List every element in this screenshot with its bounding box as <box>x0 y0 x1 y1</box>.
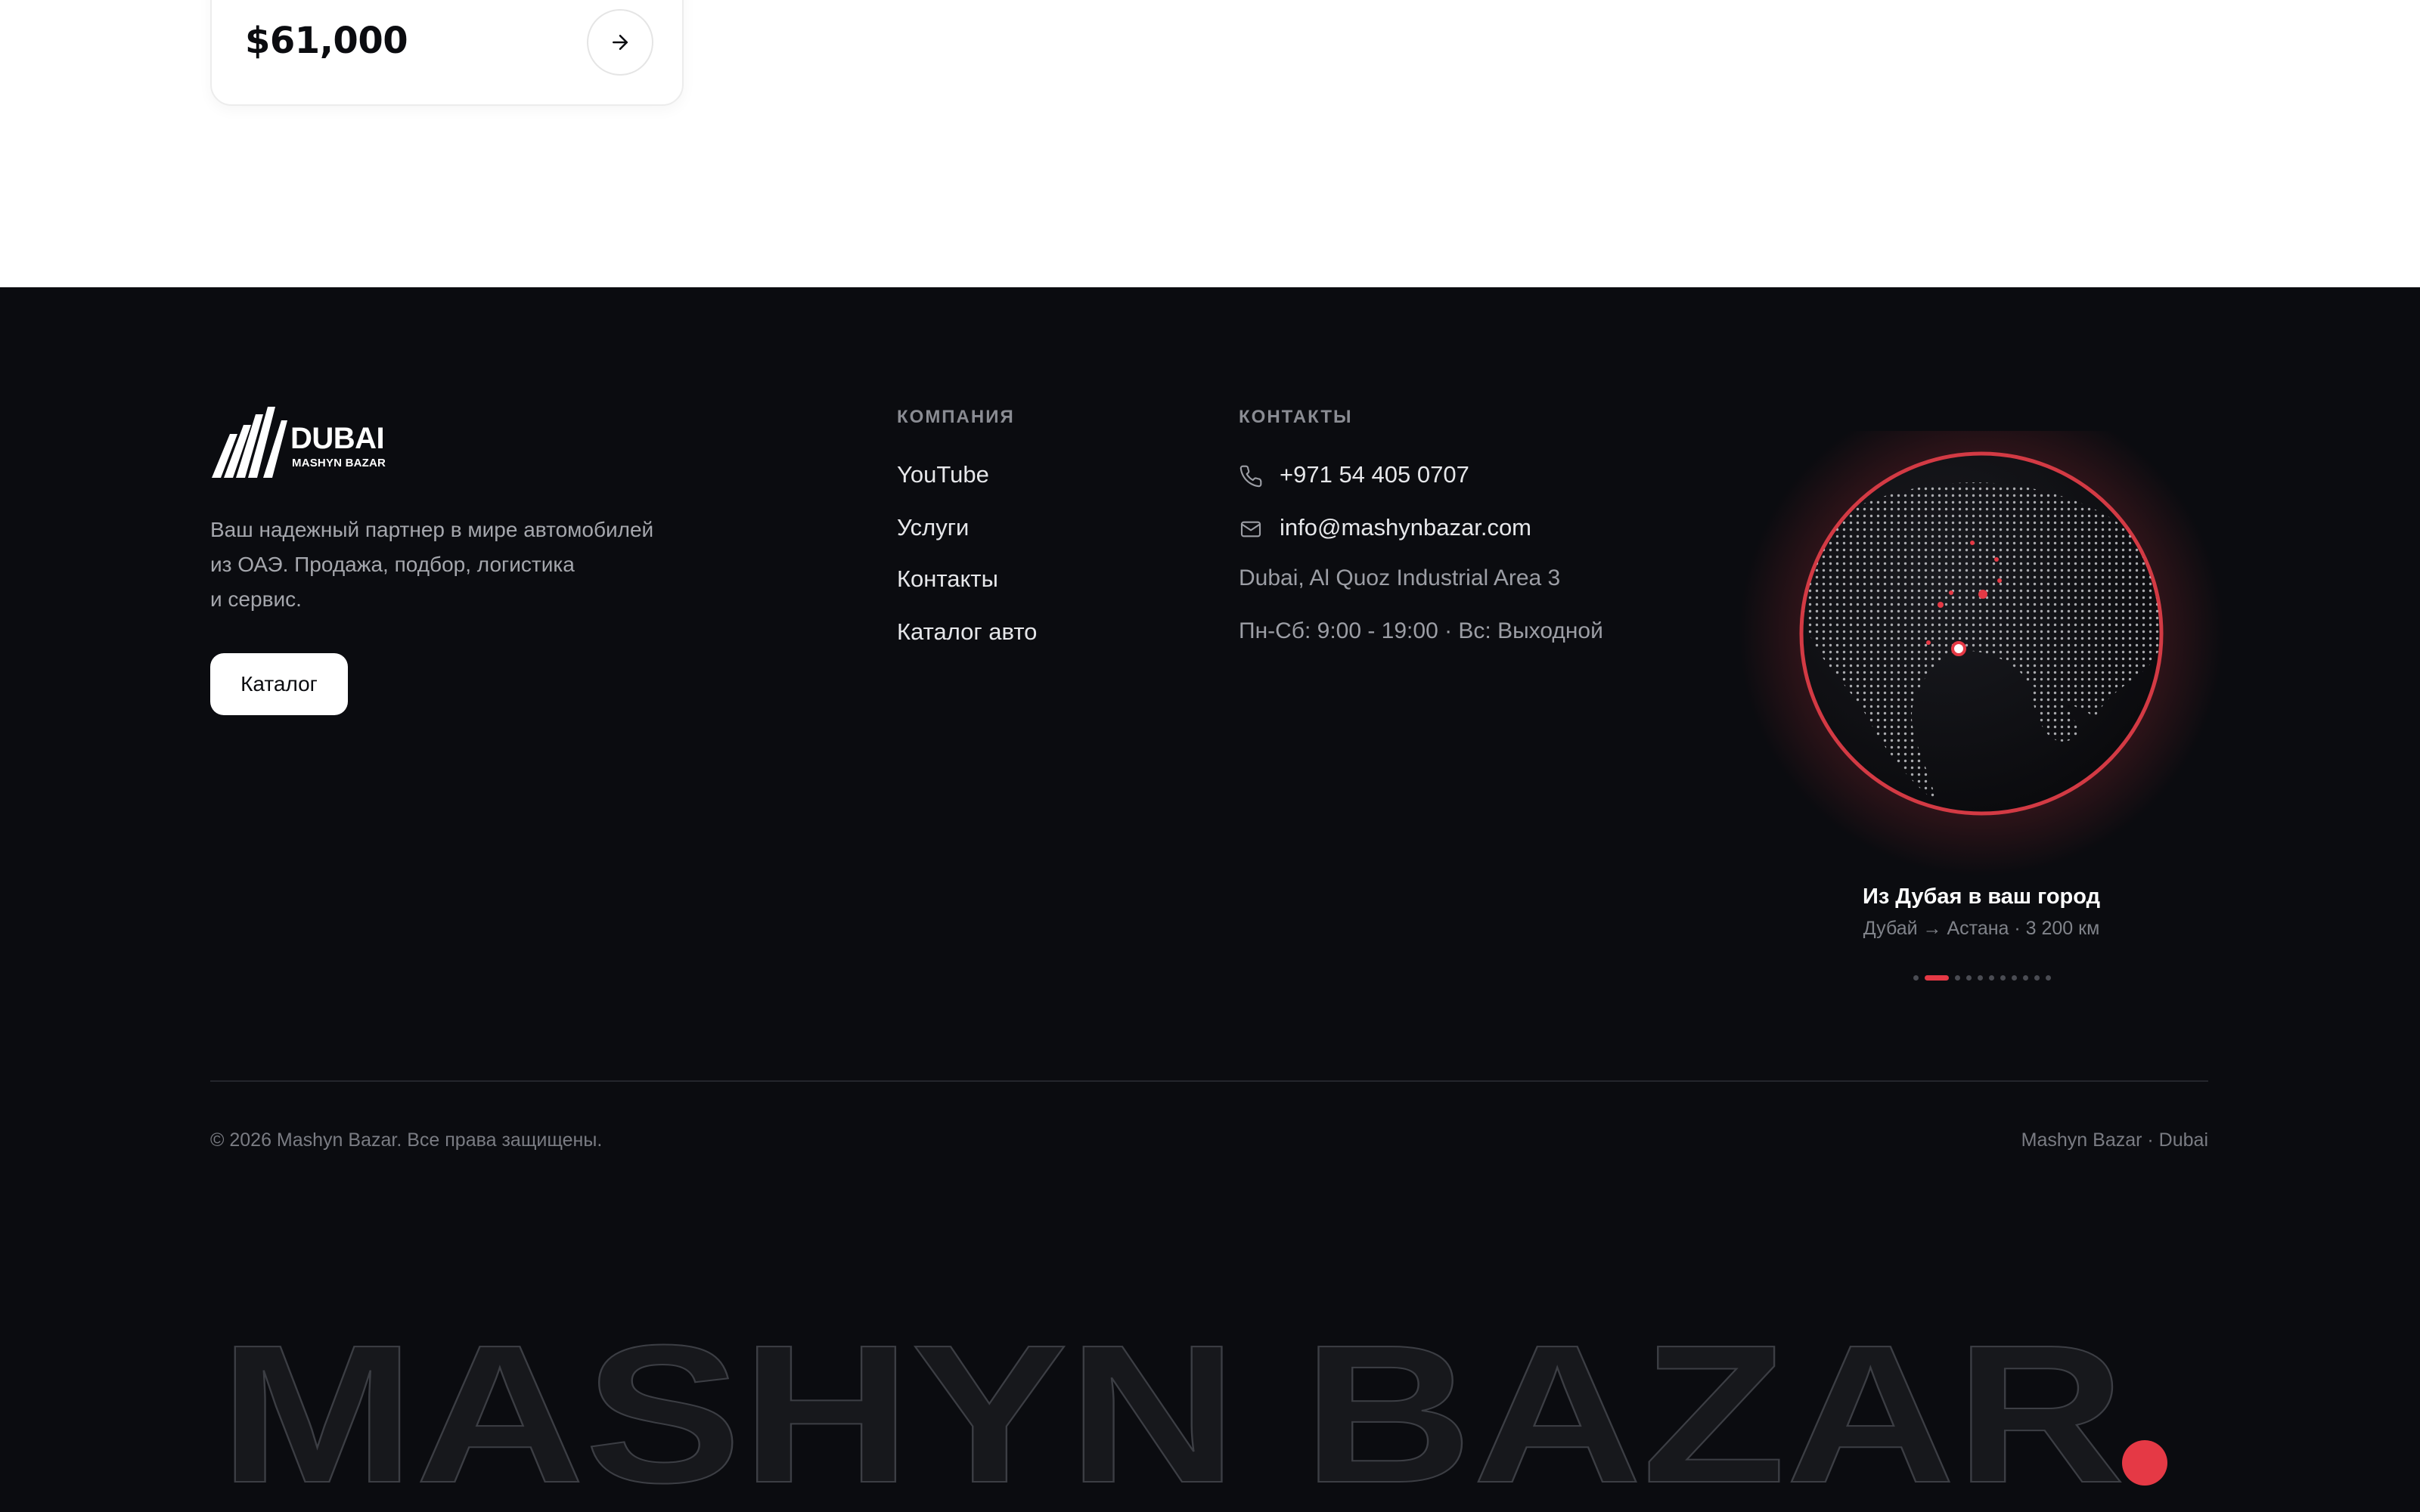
slider-dot[interactable] <box>2046 975 2051 981</box>
big-brand-wordmark: MASHYN BAZAR <box>219 1304 2167 1512</box>
footer: DUBAI MASHYN BAZAR Ваш надежный партнер … <box>0 287 2420 1512</box>
contacts-title: КОНТАКТЫ <box>1239 407 1353 427</box>
phone-icon <box>1239 465 1262 488</box>
about-line: из ОАЭ. Продажа, подбор, логистика <box>210 553 575 576</box>
contact-hours: Пн-Сб: 9:00 - 19:00 · Вс: Выходной <box>1239 618 1603 643</box>
slider-dot[interactable] <box>2034 975 2040 981</box>
about-line: Ваш надежный партнер в мире автомобилей <box>210 518 654 541</box>
footer-link-catalog[interactable]: Каталог авто <box>897 618 1037 646</box>
footer-link-youtube[interactable]: YouTube <box>897 461 989 488</box>
footer-link-services[interactable]: Услуги <box>897 514 969 541</box>
footer-link-contacts[interactable]: Контакты <box>897 565 998 593</box>
slider-dot[interactable] <box>1978 975 1983 981</box>
about-line: и сервис. <box>210 587 302 611</box>
slider-dot-active[interactable] <box>1925 975 1949 981</box>
arrow-right-icon <box>613 35 628 50</box>
slider-dot[interactable] <box>2023 975 2028 981</box>
contact-address: Dubai, Al Quoz Industrial Area 3 <box>1239 565 1561 590</box>
slider-dot[interactable] <box>2012 975 2017 981</box>
logo-title: DUBAI <box>290 422 385 455</box>
slider-dots <box>1913 975 2051 981</box>
slider-dot[interactable] <box>1989 975 1994 981</box>
logo[interactable]: DUBAI MASHYN BAZAR <box>210 407 392 482</box>
slider-dot[interactable] <box>2000 975 2006 981</box>
footer-divider <box>210 1080 2208 1082</box>
brand-dot <box>2122 1440 2167 1486</box>
catalog-button[interactable]: Каталог <box>210 653 348 715</box>
logo-subtitle: MASHYN BAZAR <box>292 457 386 469</box>
top-section: $61,000 <box>0 0 2420 287</box>
footer-brand: Mashyn Bazar · Dubai <box>2021 1129 2208 1151</box>
big-brand-text: MASHYN BAZAR <box>219 1305 2125 1512</box>
slider-dot[interactable] <box>1966 975 1972 981</box>
about-text: Ваш надежный партнер в мире автомобилей … <box>210 513 694 617</box>
slider-dot[interactable] <box>1955 975 1960 981</box>
company-title: КОМПАНИЯ <box>897 407 1015 427</box>
card-arrow-button[interactable] <box>587 9 653 76</box>
globe-subtitle: Дубай → Астана · 3 200 км <box>1863 918 2100 939</box>
logo-stripes-icon <box>212 407 287 478</box>
globe-title: Из Дубая в ваш город <box>1862 885 2101 909</box>
mail-icon <box>1240 521 1261 538</box>
car-price: $61,000 <box>245 20 408 62</box>
slider-dot[interactable] <box>1913 975 1919 981</box>
globe-visual <box>1732 392 2231 930</box>
contact-phone[interactable]: +971 54 405 0707 <box>1280 461 1469 488</box>
copyright: © 2026 Mashyn Bazar. Все права защищены. <box>210 1129 603 1151</box>
car-card[interactable]: $61,000 <box>210 0 684 106</box>
contact-email[interactable]: info@mashynbazar.com <box>1280 514 1531 541</box>
